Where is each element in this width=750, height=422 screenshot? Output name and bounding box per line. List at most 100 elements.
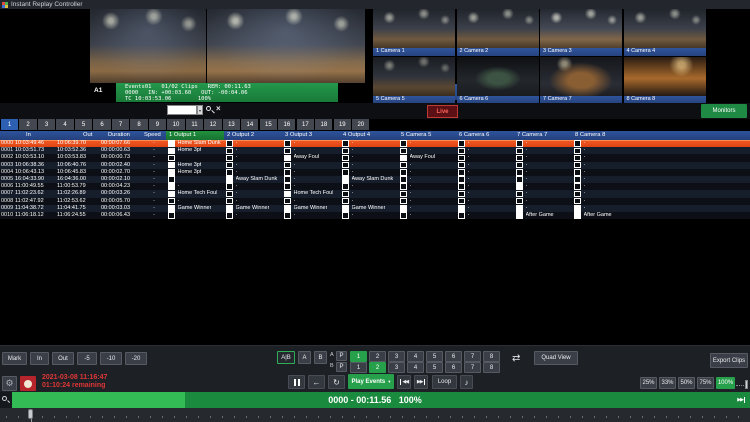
event-cell[interactable]: - [340,190,398,197]
tab-8[interactable]: 8 [130,119,147,130]
event-checkbox[interactable] [284,191,291,198]
event-checkbox[interactable] [168,155,175,162]
bus-a-camera-6-button[interactable]: 6 [445,351,462,362]
event-cell[interactable]: - [340,147,398,154]
tab-14[interactable]: 14 [241,119,258,130]
b-mode-button[interactable]: B [314,351,327,364]
event-checkbox[interactable] [458,205,465,212]
event-cell[interactable]: - [456,169,514,176]
event-cell[interactable]: - [224,198,282,205]
tab-5[interactable]: 5 [75,119,92,130]
settings-gear-icon[interactable]: ⚙ [2,376,17,391]
mark-button[interactable]: Mark [2,352,27,365]
event-cell[interactable]: - [456,198,514,205]
zoom-25-button[interactable]: 25% [640,377,657,389]
event-cell[interactable]: Home Tech Foul [166,190,224,197]
event-cell[interactable]: - [398,183,456,190]
zoom-100-button[interactable]: 100% [716,377,735,389]
event-cell[interactable]: Away Slam Dunk [340,176,398,183]
tab-20[interactable]: 20 [352,119,369,130]
event-cell[interactable]: - [340,212,398,219]
event-cell[interactable]: - [572,205,630,212]
event-checkbox[interactable] [574,191,581,198]
event-checkbox[interactable] [168,183,175,190]
zoom-33-button[interactable]: 33% [659,377,676,389]
bus-a-camera-1-button[interactable]: 1 [350,351,367,362]
event-checkbox[interactable] [226,183,233,190]
camera-6-thumbnail[interactable]: 6 Camera 6 [457,57,539,104]
camera-4-thumbnail[interactable]: 4 Camera 4 [624,9,706,56]
bus-b-camera-4-button[interactable]: 4 [407,362,424,373]
event-checkbox[interactable] [168,205,175,212]
event-cell[interactable]: - [340,140,398,147]
event-cell[interactable]: - [572,154,630,161]
record-button[interactable] [20,376,36,391]
event-checkbox[interactable] [400,191,407,198]
event-checkbox[interactable] [574,205,581,212]
event-checkbox[interactable] [168,212,175,219]
event-cell[interactable]: - [514,169,572,176]
playback-progress-bar[interactable]: 0000 - 00:11.56 100% ▶▶ [0,392,750,408]
event-checkbox[interactable] [284,183,291,190]
event-cell[interactable]: - [398,147,456,154]
event-cell[interactable] [166,154,224,161]
event-checkbox[interactable] [516,162,523,169]
event-row-0003[interactable]: 000310:06:38.3610:06:40.7600:00:02.40-Ho… [0,162,750,169]
event-cell[interactable]: - [282,140,340,147]
bus-b-camera-3-button[interactable]: 3 [388,362,405,373]
event-cell[interactable]: - [572,169,630,176]
event-checkbox[interactable] [226,191,233,198]
event-checkbox[interactable] [226,140,233,147]
event-checkbox[interactable] [458,155,465,162]
event-row-0007[interactable]: 000711:02:23.6211:02:26.8900:00:03.26-Ho… [0,190,750,197]
event-cell[interactable]: - [282,176,340,183]
live-button[interactable]: Live [427,105,458,118]
event-checkbox[interactable] [342,205,349,212]
event-checkbox[interactable] [458,176,465,183]
event-checkbox[interactable] [574,183,581,190]
event-cell[interactable]: - [340,198,398,205]
column-header-channel-2[interactable]: 2 Output 2 [224,131,282,140]
event-cell[interactable]: - [514,162,572,169]
bus-a-camera-2-button[interactable]: 2 [369,351,386,362]
event-cell[interactable]: - [398,162,456,169]
event-cell[interactable]: Game Winner [166,205,224,212]
event-checkbox[interactable] [516,176,523,183]
bus-a-camera-4-button[interactable]: 4 [407,351,424,362]
event-checkbox[interactable] [516,140,523,147]
event-cell[interactable]: - [340,162,398,169]
event-cell[interactable]: - [572,198,630,205]
event-checkbox[interactable] [400,169,407,176]
search-dropdown-button[interactable]: ▾ [197,105,203,115]
event-cell[interactable]: - [282,198,340,205]
tab-11[interactable]: 11 [186,119,203,130]
event-checkbox[interactable] [226,155,233,162]
event-cell[interactable]: Away Slam Dunk [224,176,282,183]
event-row-0000[interactable]: 000010:03:49.4610:06:39.7000:00:07.66-Ho… [0,140,750,147]
event-cell[interactable]: - [514,190,572,197]
event-checkbox[interactable] [342,191,349,198]
camera-8-thumbnail[interactable]: 8 Camera 8 [624,57,706,104]
event-checkbox[interactable] [516,198,523,205]
event-cell[interactable]: - [398,140,456,147]
tab-9[interactable]: 9 [149,119,166,130]
event-checkbox[interactable] [400,162,407,169]
event-cell[interactable]: - [398,205,456,212]
event-cell[interactable]: Away Foul [398,154,456,161]
search-icon[interactable] [206,106,214,114]
event-cell[interactable]: - [514,176,572,183]
column-header-duration[interactable]: Duration [108,131,130,140]
camera-2-thumbnail[interactable]: 2 Camera 2 [457,9,539,56]
event-cell[interactable]: - [224,147,282,154]
event-checkbox[interactable] [342,183,349,190]
event-cell[interactable]: - [224,140,282,147]
bus-b-camera-1-button[interactable]: 1 [350,362,367,373]
bus-a-camera-5-button[interactable]: 5 [426,351,443,362]
event-row-0005[interactable]: 000516:04:33.9016:04:36.0000:00:02.10-Aw… [0,176,750,183]
event-cell[interactable]: - [224,169,282,176]
event-cell[interactable]: - [514,198,572,205]
a-mode-button[interactable]: A [298,351,311,364]
event-checkbox[interactable] [574,162,581,169]
skip-to-end-icon[interactable]: ▶▶ [737,397,745,403]
event-checkbox[interactable] [168,198,175,205]
